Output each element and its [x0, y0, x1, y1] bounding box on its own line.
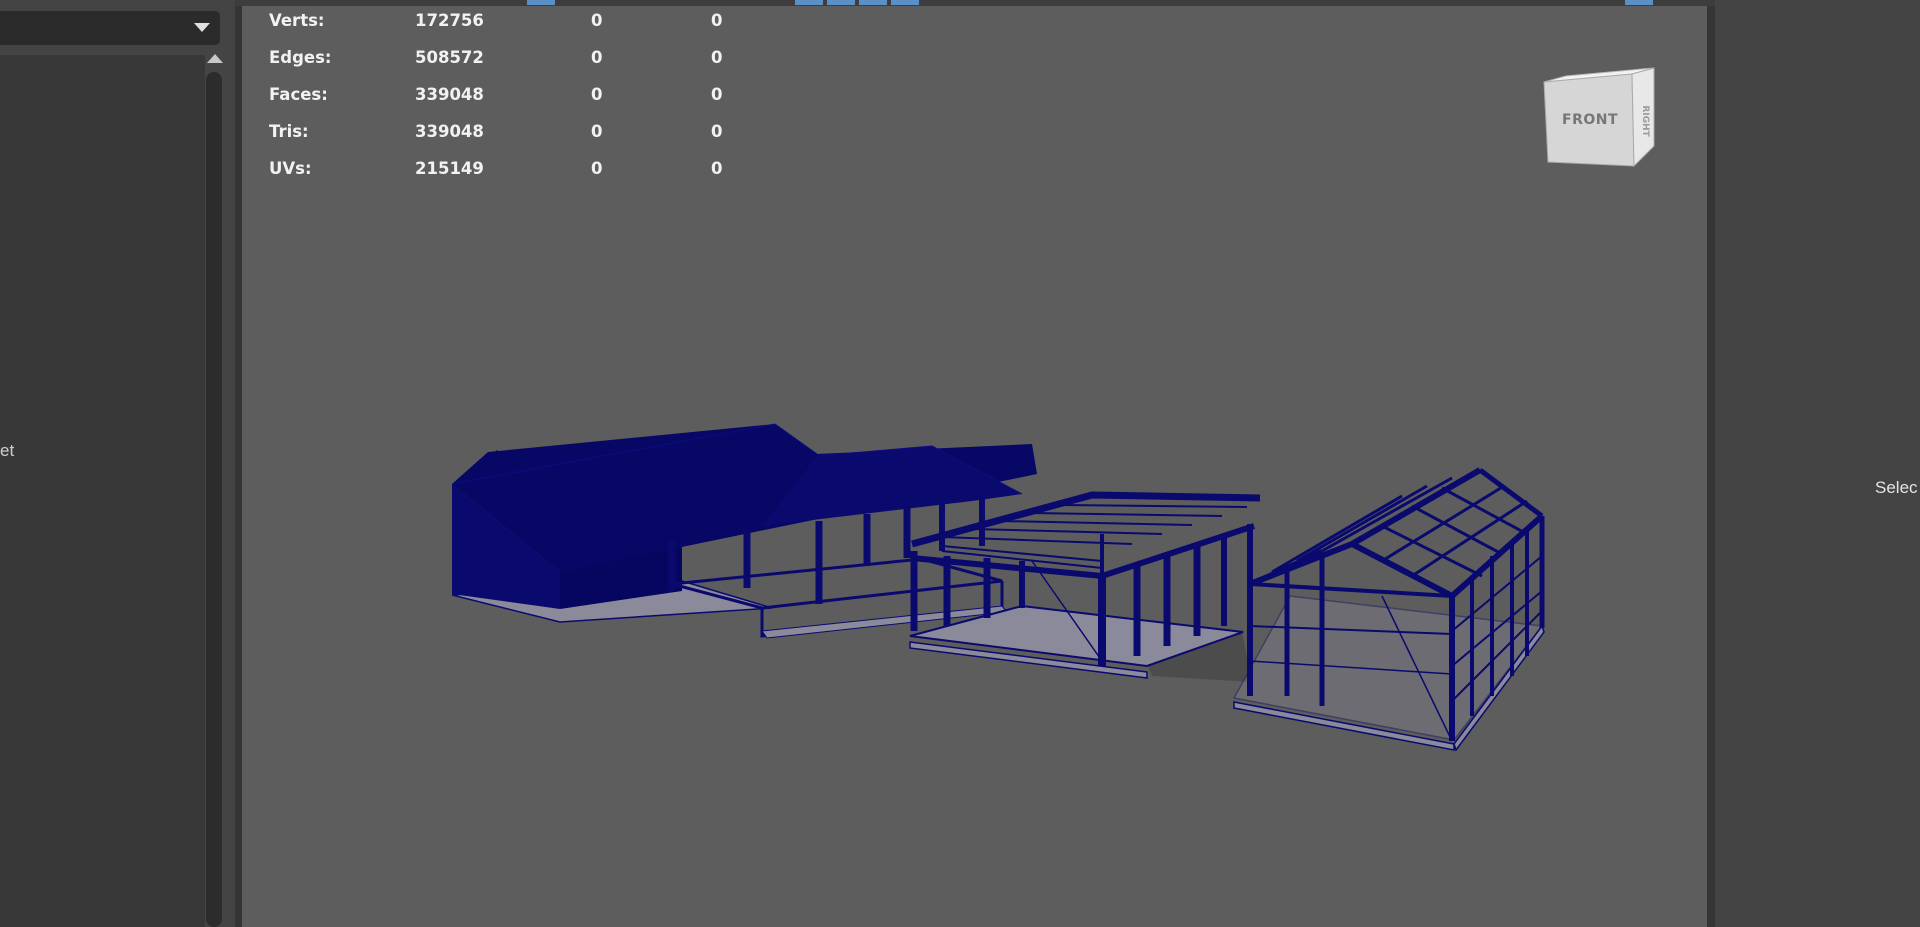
toolbar-button[interactable]: [891, 0, 919, 5]
toolbar-button[interactable]: [527, 0, 555, 5]
hud-value: 339048: [415, 85, 484, 104]
hud-value: 0: [711, 85, 723, 104]
hud-value: 0: [711, 122, 723, 141]
hud-value: 508572: [415, 48, 484, 67]
hud-value: 0: [711, 11, 723, 30]
3d-viewport[interactable]: Verts: 172756 0 0 Edges: 508572 0 0 Face…: [242, 6, 1707, 927]
hud-value: 0: [591, 85, 603, 104]
hud-value: 215149: [415, 159, 484, 178]
outliner-panel: et: [0, 0, 235, 927]
hud-label: Tris:: [269, 122, 309, 141]
scroll-up-icon[interactable]: [207, 54, 223, 63]
hud-value: 0: [591, 48, 603, 67]
scene-geometry[interactable]: [242, 6, 1707, 927]
hud-value: 0: [591, 122, 603, 141]
scrollbar-track[interactable]: [206, 72, 222, 927]
toolbar-button[interactable]: [859, 0, 887, 5]
hud-value: 0: [591, 11, 603, 30]
outliner-list[interactable]: et: [0, 55, 205, 927]
hud-value: 0: [591, 159, 603, 178]
outliner-scrollbar[interactable]: [205, 48, 223, 927]
hud-value: 172756: [415, 11, 484, 30]
outliner-item-label[interactable]: et: [0, 441, 14, 461]
chevron-down-icon[interactable]: [194, 23, 210, 32]
hud-value: 339048: [415, 122, 484, 141]
toolbar-button[interactable]: [795, 0, 823, 5]
hud-label: Faces:: [269, 85, 328, 104]
outliner-dropdown[interactable]: [0, 11, 220, 45]
toolbar-button[interactable]: [827, 0, 855, 5]
hud-label: Verts:: [269, 11, 325, 30]
model-steel-frame[interactable]: [1232, 467, 1545, 752]
hud-label: Edges:: [269, 48, 332, 67]
hud-label: UVs:: [269, 159, 312, 178]
viewport-panel: Verts: 172756 0 0 Edges: 508572 0 0 Face…: [235, 0, 1715, 927]
toolbar-button[interactable]: [1625, 0, 1653, 5]
view-cube-front-label[interactable]: FRONT: [1562, 112, 1618, 128]
svg-text:RIGHT: RIGHT: [1640, 105, 1650, 137]
hud-value: 0: [711, 159, 723, 178]
attribute-panel: Selec: [1715, 0, 1920, 927]
hud-value: 0: [711, 48, 723, 67]
right-panel-label: Selec: [1875, 478, 1918, 497]
